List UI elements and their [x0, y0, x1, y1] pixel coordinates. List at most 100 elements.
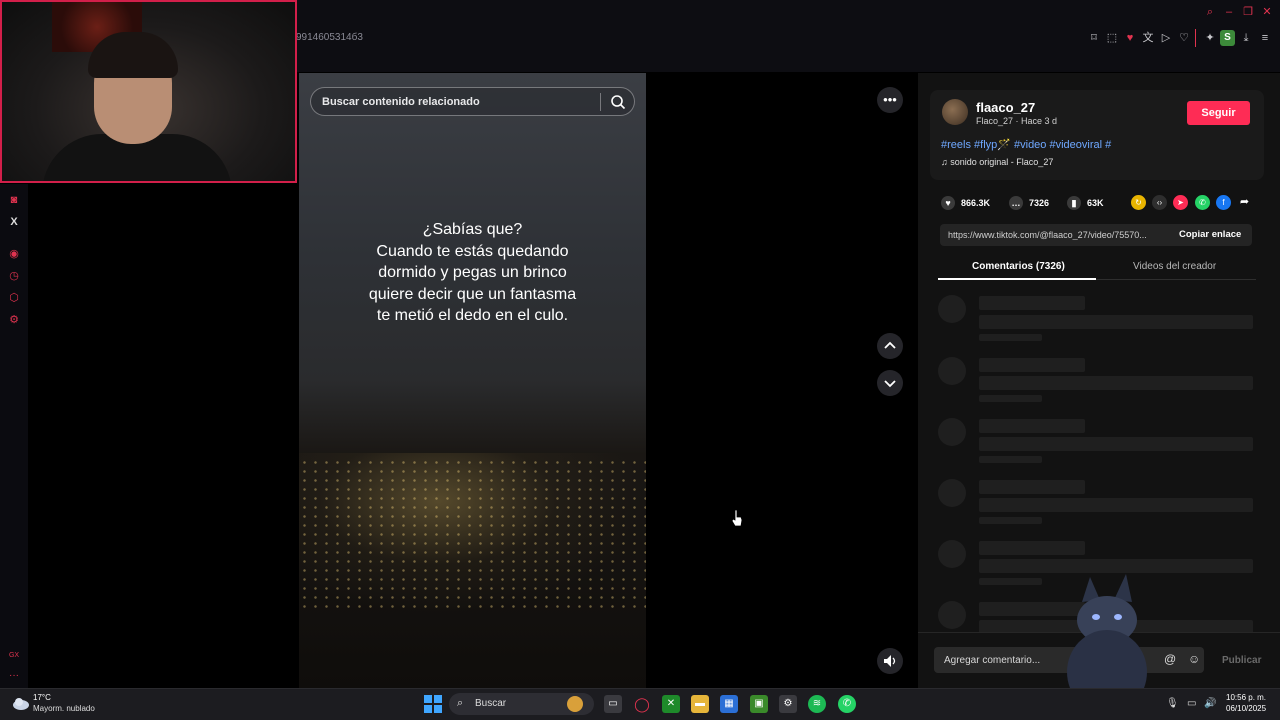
volume-icon[interactable]: 🔊 — [1204, 698, 1216, 709]
caption-line: Cuando te estás quedando — [376, 242, 569, 260]
publish-button[interactable]: Publicar — [1222, 655, 1261, 666]
comment-skeleton-text — [979, 437, 1253, 451]
tab-comments[interactable]: Comentarios (7326) — [972, 261, 1065, 272]
more-options-button[interactable]: ••• — [877, 87, 903, 113]
toolbar-divider — [1195, 29, 1196, 47]
settings-icon[interactable]: ⚙ — [6, 312, 22, 328]
screenshot-icon[interactable]: ⬚ — [1105, 31, 1119, 45]
search-highlight-icon — [567, 696, 583, 712]
comment-skeleton-meta — [979, 334, 1042, 341]
comment-skeleton-name — [979, 419, 1085, 433]
comment-skeleton-text — [979, 376, 1253, 390]
pocket-icon[interactable]: ♥ — [1123, 31, 1137, 45]
hashtags[interactable]: #reels #flyp🪄 #video #videoviral # — [941, 138, 1111, 151]
avatar[interactable] — [942, 99, 968, 125]
repost-icon[interactable]: ↻ — [1131, 195, 1146, 210]
follow-button[interactable]: Seguir — [1187, 101, 1250, 125]
spotify-icon[interactable]: ≋ — [808, 695, 826, 713]
task-view-icon[interactable]: ▭ — [604, 695, 622, 713]
sound-info[interactable]: ♫ sonido original - Flaco_27 — [941, 157, 1053, 167]
microphone-icon[interactable]: 🎙 — [1166, 698, 1179, 709]
comment-skeleton-name — [979, 358, 1085, 372]
profile-icon[interactable]: S — [1220, 30, 1235, 46]
active-tab-indicator — [938, 278, 1096, 280]
volume-button[interactable] — [877, 648, 903, 674]
comment-skeleton-meta — [979, 456, 1042, 463]
heart-icon[interactable]: ♡ — [1177, 31, 1191, 45]
tab-creator-videos[interactable]: Videos del creador — [1133, 261, 1216, 272]
whatsapp-icon[interactable]: ✆ — [838, 695, 856, 713]
clock-time[interactable]: 10:56 p. m. — [1226, 693, 1266, 702]
menu-icon[interactable]: ≡ — [1258, 31, 1272, 45]
caption-line: quiere decir que un fantasma — [368, 285, 577, 303]
next-video-button[interactable] — [877, 370, 903, 396]
app-icon[interactable]: ⚙ — [779, 695, 797, 713]
taskbar-search[interactable]: ⌕ Buscar — [449, 693, 594, 715]
music-note-icon: ♫ — [941, 157, 951, 167]
copy-link-button[interactable]: Copiar enlace — [1179, 229, 1241, 240]
video-link[interactable]: https://www.tiktok.com/@flaaco_27/video/… — [948, 230, 1168, 240]
extensions-icon[interactable]: ⬡ — [6, 290, 22, 306]
instagram-icon[interactable]: ◙ — [6, 192, 22, 208]
opera-gx-icon[interactable]: ◯ — [633, 695, 651, 713]
comment-skeleton-text — [979, 315, 1253, 329]
comment-skeleton-meta — [979, 578, 1042, 585]
previous-video-button[interactable] — [877, 333, 903, 359]
related-search-input[interactable]: Buscar contenido relacionado — [310, 87, 635, 116]
cloud-weather-icon[interactable] — [12, 695, 30, 711]
bookmark-icon[interactable]: ⌑ — [1087, 31, 1101, 45]
close-icon[interactable]: ✕ — [1260, 5, 1274, 19]
xbox-icon[interactable]: ✕ — [662, 695, 680, 713]
player-icon[interactable]: ◉ — [6, 246, 22, 262]
network-icon[interactable]: ▭ — [1187, 698, 1196, 709]
windows-start-icon[interactable] — [424, 695, 442, 713]
caption-line: ¿Sabías que? — [422, 221, 523, 238]
x-icon[interactable]: X — [6, 214, 22, 230]
mouse-cursor-hand-icon — [731, 509, 743, 527]
sidebar-more-icon[interactable]: ··· — [6, 668, 22, 684]
search-icon[interactable]: ⌕ — [1203, 5, 1217, 19]
like-stat[interactable]: ♥ 866.3K — [941, 196, 990, 210]
restore-icon[interactable]: ❐ — [1241, 5, 1255, 19]
facebook-icon[interactable]: f — [1216, 195, 1231, 210]
comment-skeleton-avatar — [938, 601, 966, 629]
weather-temperature[interactable]: 17°C — [33, 693, 51, 702]
comment-skeleton-meta — [979, 395, 1042, 402]
taskbar-search-label: Buscar — [475, 698, 507, 709]
author-name[interactable]: flaaco_27 — [976, 100, 1035, 115]
chevron-down-icon — [884, 380, 896, 388]
comment-skeleton-text — [979, 498, 1253, 512]
extensions-icon[interactable]: ✦ — [1203, 31, 1217, 45]
history-icon[interactable]: ◷ — [6, 268, 22, 284]
minimize-icon[interactable]: – — [1222, 5, 1236, 19]
emoji-icon[interactable]: ☺ — [1188, 652, 1200, 666]
send-icon[interactable]: ➤ — [1173, 195, 1188, 210]
minecraft-icon[interactable]: ▣ — [750, 695, 768, 713]
whatsapp-icon[interactable]: ✆ — [1195, 195, 1210, 210]
link-box: https://www.tiktok.com/@flaaco_27/video/… — [940, 224, 1252, 246]
webcam-overlay — [0, 0, 297, 183]
gx-logo: GX — [8, 652, 20, 659]
download-icon[interactable]: ⤓ — [1239, 31, 1253, 45]
comment-skeleton-avatar — [938, 479, 966, 507]
save-stat[interactable]: ▮ 63K — [1067, 196, 1104, 210]
author-subtitle: Flaco_27 · Hace 3 d — [976, 116, 1058, 126]
embed-icon[interactable]: ‹› — [1152, 195, 1167, 210]
comment-count: 7326 — [1029, 198, 1050, 208]
weather-description[interactable]: Mayorm. nublado — [33, 704, 95, 713]
search-icon[interactable] — [610, 94, 626, 110]
translate-icon[interactable]: 文 — [1141, 31, 1155, 45]
video-player[interactable]: ¿Sabías que? Cuando te estás quedando do… — [299, 73, 646, 688]
bookmark-icon: ▮ — [1067, 196, 1081, 210]
clock-date[interactable]: 06/10/2025 — [1226, 704, 1266, 713]
comment-stat[interactable]: … 7326 — [1009, 196, 1049, 210]
mention-icon[interactable]: @ — [1164, 652, 1176, 666]
file-explorer-icon[interactable]: ▬ — [691, 695, 709, 713]
store-icon[interactable]: ▦ — [720, 695, 738, 713]
address-bar-text[interactable]: 9914605314б3 — [296, 32, 363, 43]
share-arrow-icon[interactable]: ➦ — [1237, 195, 1252, 210]
comment-skeleton-name — [979, 541, 1085, 555]
search-placeholder: Buscar contenido relacionado — [322, 96, 480, 108]
play-icon[interactable]: ▷ — [1159, 31, 1173, 45]
chevron-up-icon — [884, 341, 896, 349]
